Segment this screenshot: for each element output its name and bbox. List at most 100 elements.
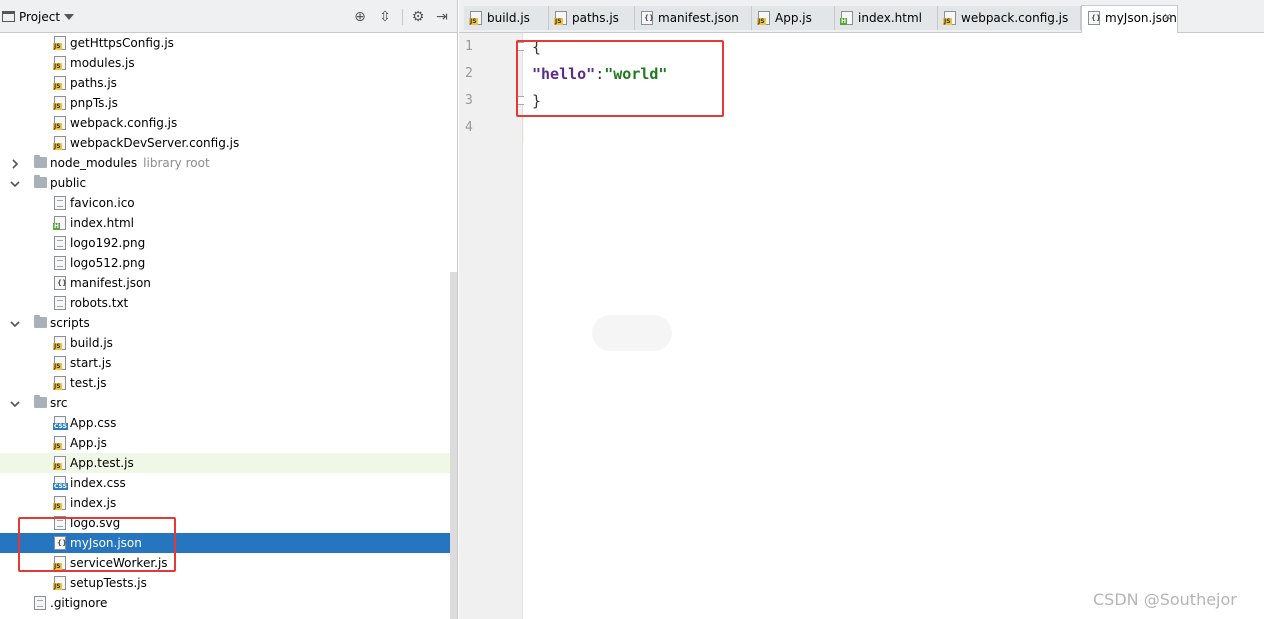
locate-target-icon[interactable]: ⊕ [352, 9, 368, 25]
tree-file-item[interactable]: JS App.js [0, 433, 457, 453]
tab-label: index.html [858, 11, 922, 25]
js-file-icon: JS [469, 11, 482, 25]
tree-file-item[interactable]: JS setupTests.js [0, 573, 457, 593]
tree-file-item[interactable]: JS App.test.js [0, 453, 457, 473]
css-file-icon: CSS [53, 416, 68, 430]
line-number: 3 [465, 93, 473, 108]
folder-icon [34, 175, 47, 188]
tree-file-item[interactable]: CSS index.css [0, 473, 457, 493]
chevron-down-icon[interactable] [10, 318, 20, 328]
tree-item-label: favicon.ico [70, 196, 135, 210]
tree-file-item[interactable]: JS build.js [0, 333, 457, 353]
js-file-icon: JS [53, 116, 66, 130]
editor-tab[interactable]: {} manifest.json [635, 6, 752, 30]
tree-file-item[interactable]: JS getHttpsConfig.js [0, 33, 457, 53]
tree-file-item[interactable]: logo192.png [0, 233, 457, 253]
tab-label: App.js [775, 11, 812, 25]
tree-item-label: manifest.json [70, 276, 151, 290]
line-number: 1 [465, 39, 473, 54]
chevron-right-icon[interactable] [10, 158, 20, 169]
js-file-icon: JS [53, 336, 66, 350]
json-file-icon: {} [641, 11, 654, 25]
tree-item-name: src [50, 396, 68, 410]
project-view-title[interactable]: Project [19, 10, 60, 24]
collapse-all-icon[interactable]: ⇳ [377, 9, 393, 25]
tooltip-shadow [592, 315, 672, 351]
tree-file-item[interactable]: JS start.js [0, 353, 457, 373]
editor-tab[interactable]: JS paths.js [549, 6, 635, 30]
tree-item-name: index.html [70, 216, 134, 230]
tree-file-item[interactable]: .gitignore [0, 593, 457, 613]
json-file-icon: {} [54, 276, 67, 290]
tree-file-item[interactable]: favicon.ico [0, 193, 457, 213]
tree-item-label: .gitignore [50, 596, 107, 610]
tree-item-label: build.js [70, 336, 113, 350]
gear-icon[interactable]: ⚙ [410, 9, 426, 25]
editor-tab[interactable]: JS App.js [752, 6, 835, 30]
hide-panel-icon[interactable]: ⇥ [434, 9, 450, 25]
tree-item-label: getHttpsConfig.js [70, 36, 174, 50]
project-panel-header: Project ⊕ ⇳ ⚙ ⇥ [0, 0, 457, 33]
chevron-down-icon[interactable] [10, 178, 20, 188]
tree-item-label: index.html [70, 216, 134, 230]
tab-label: webpack.config.js [961, 11, 1069, 25]
tree-item-label: modules.js [70, 56, 135, 70]
tab-label: paths.js [572, 11, 619, 25]
tree-file-item[interactable]: JS webpackDevServer.config.js [0, 133, 457, 153]
editor-tab-bar: JS build.js JS paths.js {} manifest.json JS App… [459, 0, 1264, 33]
watermark: CSDN @Southejor [1093, 590, 1237, 609]
close-icon[interactable]: × [1163, 10, 1172, 23]
tree-item-name: start.js [70, 356, 112, 370]
tree-file-item[interactable]: JS pnpTs.js [0, 93, 457, 113]
tree-scrollbar[interactable] [450, 272, 457, 619]
chevron-down-icon[interactable] [10, 398, 20, 408]
tree-file-item[interactable]: {} manifest.json [0, 273, 457, 293]
tree-file-item[interactable]: logo512.png [0, 253, 457, 273]
editor-tab[interactable]: {} myJson.json × [1081, 5, 1178, 33]
editor-tab[interactable]: JS build.js [464, 6, 549, 30]
tab-label: manifest.json [658, 11, 739, 25]
tree-file-item[interactable]: JS paths.js [0, 73, 457, 93]
js-file-icon: JS [53, 376, 66, 390]
tree-file-item[interactable]: JS webpack.config.js [0, 113, 457, 133]
editor-tab[interactable]: JS webpack.config.js [938, 6, 1081, 30]
tree-item-label: scripts [50, 316, 90, 330]
tree-item-name: webpack.config.js [70, 116, 178, 130]
tree-item-label: logo512.png [70, 256, 145, 270]
tree-item-name: test.js [70, 376, 107, 390]
tree-item-label: paths.js [70, 76, 117, 90]
tree-item-name: logo512.png [70, 256, 146, 270]
tree-item-name: App.css [70, 416, 117, 430]
tree-item-label: test.js [70, 376, 106, 390]
js-file-icon: JS [53, 436, 66, 450]
folder-icon [34, 315, 47, 328]
tree-file-item[interactable]: JS test.js [0, 373, 457, 393]
tree-item-name: public [50, 176, 87, 190]
tree-file-item[interactable]: CSS App.css [0, 413, 457, 433]
css-file-icon: CSS [53, 476, 68, 490]
chevron-down-icon[interactable] [64, 14, 74, 20]
tree-item-name: pnpTs.js [70, 96, 118, 110]
tree-file-item[interactable]: JS modules.js [0, 53, 457, 73]
json-file-icon: {} [1088, 11, 1101, 25]
tree-item-label: logo192.png [70, 236, 145, 250]
tree-file-item[interactable]: robots.txt [0, 293, 457, 313]
js-file-icon: JS [53, 496, 66, 510]
folder-icon [34, 155, 47, 168]
js-file-icon: JS [943, 11, 956, 25]
line-number: 2 [465, 66, 473, 81]
js-file-icon: JS [53, 36, 66, 50]
js-file-icon: JS [53, 56, 66, 70]
tree-file-item[interactable]: Hindex.html [0, 213, 457, 233]
editor-tab[interactable]: Hindex.html [835, 6, 938, 30]
tree-folder-scripts[interactable]: scripts [0, 313, 457, 333]
tree-file-item[interactable]: JS index.js [0, 493, 457, 513]
js-file-icon: JS [53, 356, 66, 370]
project-view-icon [2, 11, 15, 22]
tree-item-label: node_modules library root [50, 156, 210, 170]
tree-folder-src[interactable]: src [0, 393, 457, 413]
tree-item-name: App.js [70, 436, 107, 450]
tree-folder-public[interactable]: public [0, 173, 457, 193]
tree-item-name: node_modules [50, 156, 138, 170]
tree-folder-node_modules[interactable]: node_modules library root [0, 153, 457, 173]
